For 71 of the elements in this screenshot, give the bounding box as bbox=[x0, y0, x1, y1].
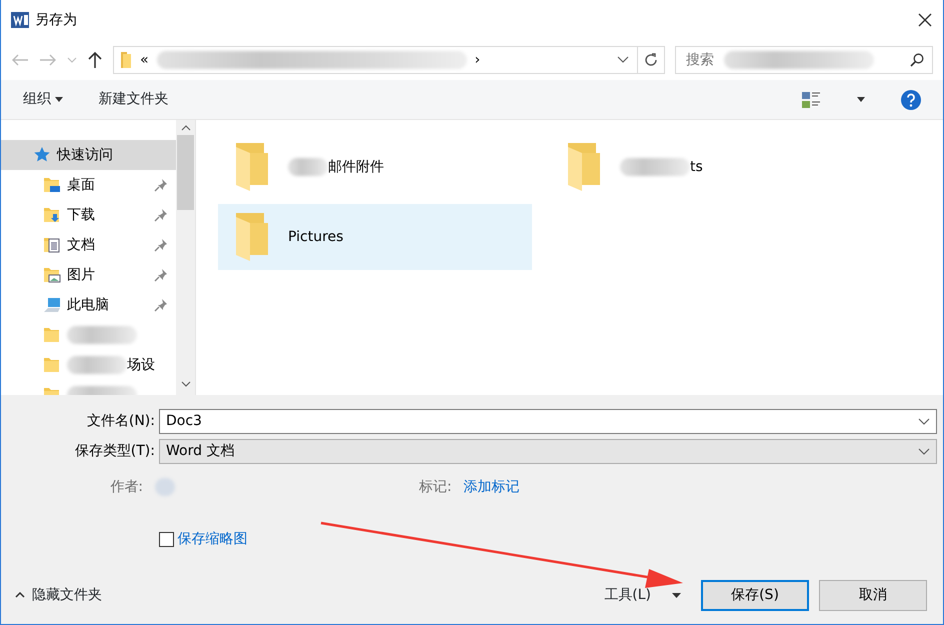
view-options-icon[interactable] bbox=[801, 90, 821, 108]
download-folder-icon bbox=[43, 206, 61, 224]
dropdown-caret-icon[interactable] bbox=[617, 56, 629, 64]
field-value: Word 文档 bbox=[166, 442, 234, 460]
sidebar-item[interactable]: 图片 bbox=[1, 260, 176, 290]
desktop-folder-icon bbox=[43, 176, 61, 194]
caret-icon bbox=[672, 592, 681, 598]
sidebar-label: 下载 bbox=[67, 206, 95, 224]
folder-icon bbox=[120, 51, 132, 69]
file-type-dropdown[interactable]: Word 文档 bbox=[159, 438, 937, 464]
dropdown-caret-icon bbox=[918, 448, 930, 454]
save-button[interactable]: 保存(S) bbox=[701, 580, 809, 610]
scrollbar[interactable] bbox=[176, 120, 195, 395]
sidebar-item[interactable]: 场设 bbox=[1, 350, 176, 380]
field-label: 文件名(N): bbox=[86, 412, 156, 430]
folder-icon bbox=[43, 356, 61, 374]
sidebar-label: 桌面 bbox=[67, 176, 95, 194]
refresh-icon[interactable] bbox=[643, 52, 659, 68]
sidebar-item[interactable]: 桌面 bbox=[1, 170, 176, 200]
caret-icon[interactable] bbox=[857, 97, 865, 102]
folder-icon bbox=[43, 326, 61, 344]
chevron-up-icon bbox=[15, 592, 25, 598]
address-text: « bbox=[140, 50, 149, 70]
folder-name: 邮件附件 bbox=[328, 158, 384, 176]
folder-name: Pictures bbox=[288, 228, 344, 246]
file-name-field[interactable]: Doc3 bbox=[159, 408, 937, 434]
caret-icon bbox=[54, 97, 62, 102]
add-tags-link[interactable]: 添加标记 bbox=[464, 476, 520, 498]
sidebar-label: 此电脑 bbox=[67, 296, 109, 314]
word-icon bbox=[11, 11, 29, 29]
folder-name: ts bbox=[690, 158, 703, 176]
thumbnail-label[interactable]: 保存缩略图 bbox=[178, 529, 248, 550]
organize-menu[interactable]: 组织 bbox=[23, 89, 62, 110]
tags-label: 标记: bbox=[419, 478, 452, 496]
computer-icon bbox=[43, 296, 61, 314]
search-bar[interactable]: 搜索 bbox=[675, 46, 933, 74]
search-input[interactable]: 搜索 bbox=[684, 48, 724, 72]
dropdown-caret-icon bbox=[918, 418, 930, 424]
document-folder-icon bbox=[43, 236, 61, 254]
blurred-text bbox=[155, 478, 175, 496]
sidebar-label: 场设 bbox=[127, 356, 155, 374]
cancel-button[interactable]: 取消 bbox=[819, 580, 927, 610]
author-label: 作者: bbox=[109, 478, 144, 496]
sidebar-item[interactable]: 文档 bbox=[1, 230, 176, 260]
new-folder-button[interactable]: 新建文件夹 bbox=[98, 89, 168, 110]
field-value: Doc3 bbox=[166, 412, 202, 430]
folder-item[interactable]: Pictures bbox=[218, 204, 532, 270]
folder-item[interactable]: 邮件附件 bbox=[218, 134, 532, 200]
sidebar-item[interactable]: 快速访问 bbox=[1, 140, 176, 170]
breadcrumb-chevron[interactable]: › bbox=[474, 50, 480, 70]
folder-item[interactable]: ts bbox=[550, 134, 864, 200]
scroll-up-icon[interactable] bbox=[180, 125, 190, 131]
scroll-down-icon[interactable] bbox=[180, 381, 190, 387]
sidebar-label: 快速访问 bbox=[57, 146, 113, 164]
checkbox[interactable] bbox=[159, 532, 174, 547]
address-bar[interactable]: « › bbox=[113, 46, 665, 74]
scrollbar-thumb[interactable] bbox=[177, 135, 194, 210]
window-title: 另存为 bbox=[35, 10, 77, 30]
star-icon bbox=[33, 146, 51, 164]
hide-folders-button[interactable]: 隐藏文件夹 bbox=[15, 584, 102, 606]
tools-menu[interactable]: 工具(L) bbox=[604, 584, 681, 606]
sidebar-label: 图片 bbox=[67, 266, 95, 284]
up-arrow-icon[interactable] bbox=[87, 51, 103, 69]
help-icon[interactable] bbox=[901, 90, 921, 110]
picture-folder-icon bbox=[43, 266, 61, 284]
close-icon[interactable] bbox=[917, 12, 933, 28]
sidebar-item[interactable]: 此电脑 bbox=[1, 290, 176, 320]
field-label: 保存类型(T): bbox=[74, 442, 156, 460]
sidebar-label: 文档 bbox=[67, 236, 95, 254]
search-icon bbox=[910, 53, 924, 67]
sidebar-item[interactable]: 下载 bbox=[1, 200, 176, 230]
